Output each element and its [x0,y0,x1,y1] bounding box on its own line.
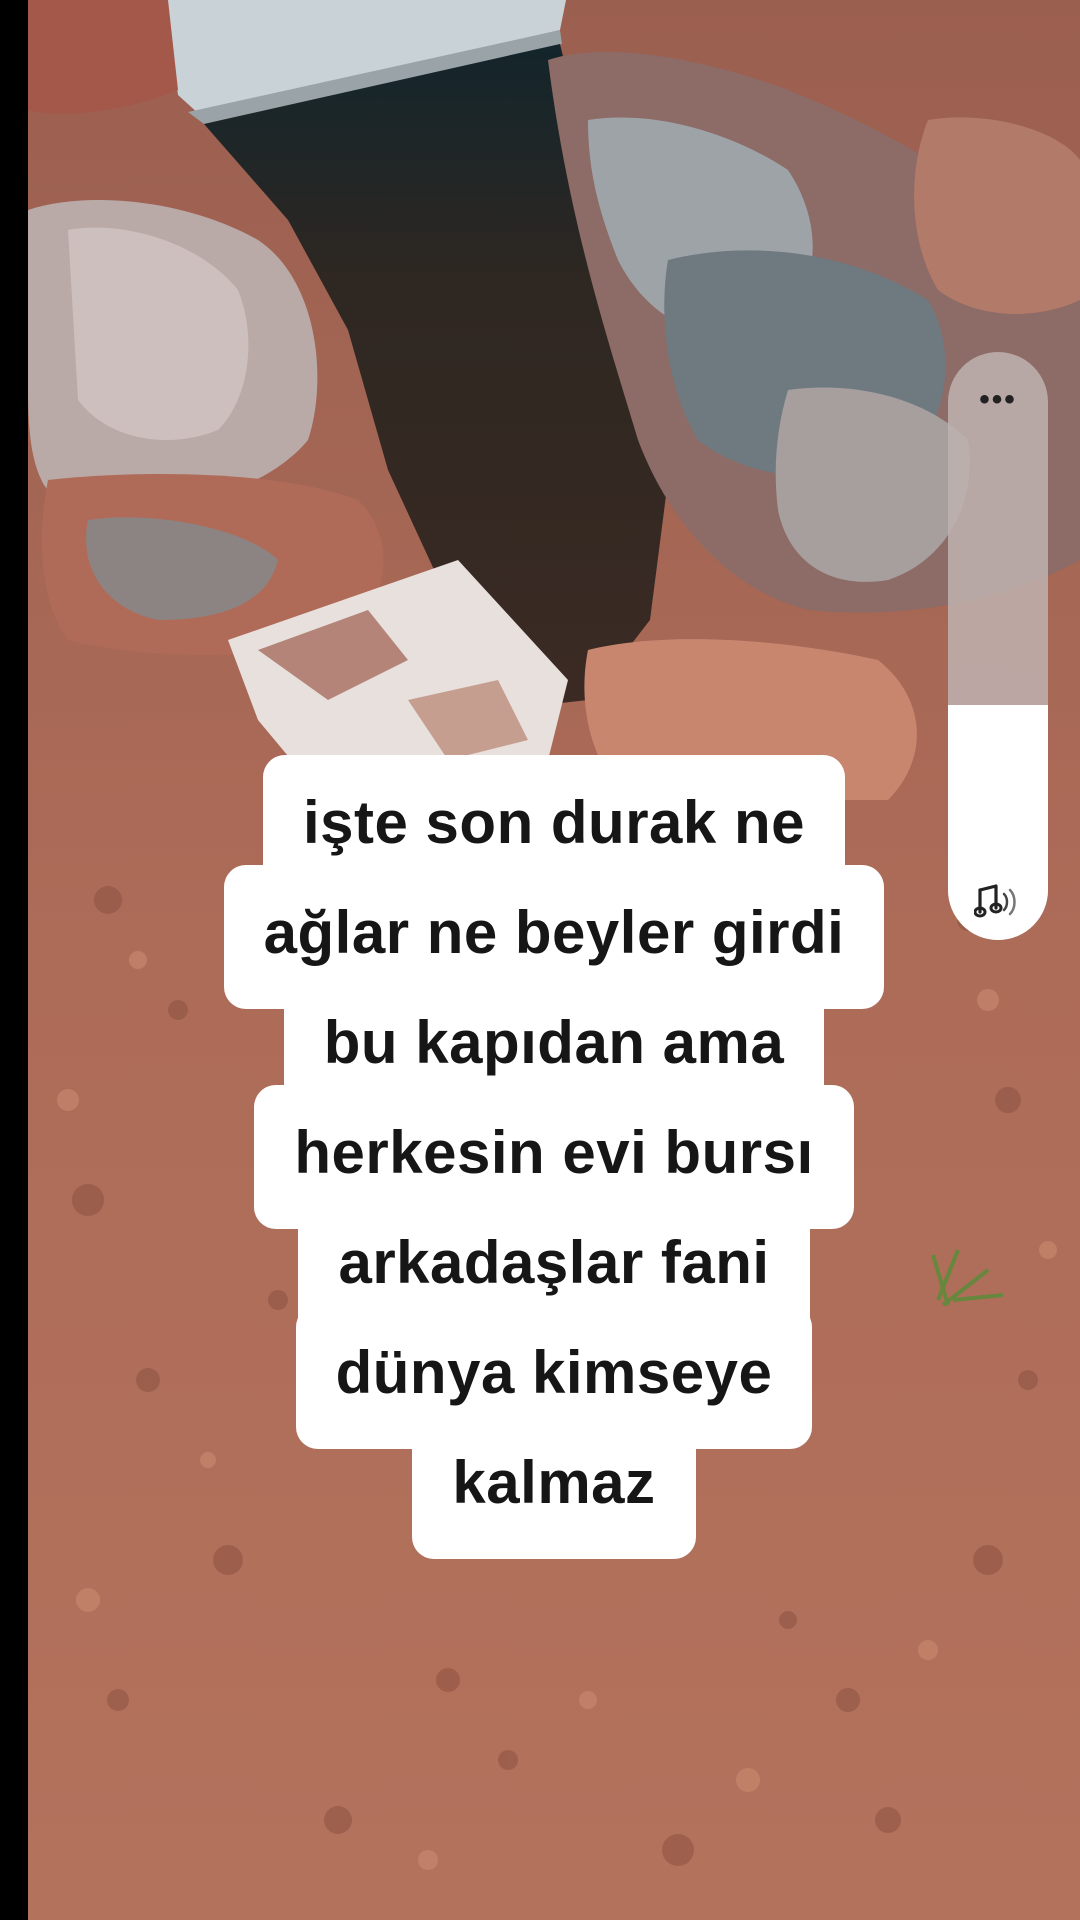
left-edge-bar [0,0,28,1920]
more-options-icon[interactable]: ••• [948,385,1048,415]
caption-overlay: işte son durak ne ağlar ne beyler girdi … [28,755,1080,1559]
volume-slider[interactable]: ••• [948,352,1048,940]
speaker-icon[interactable] [974,882,1022,922]
video-screen[interactable]: işte son durak ne ağlar ne beyler girdi … [0,0,1080,1920]
caption-line: kalmaz [412,1415,696,1559]
